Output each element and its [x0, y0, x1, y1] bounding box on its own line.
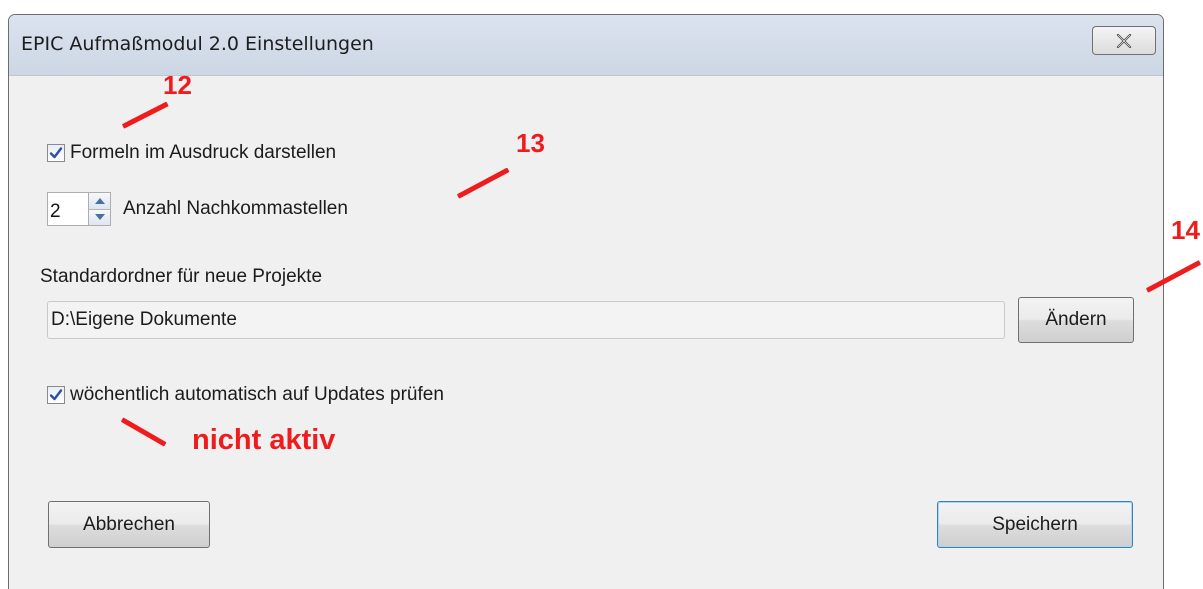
- dialog-content: Formeln im Ausdruck darstellen Anzahl: [9, 76, 1163, 589]
- show-formulas-checkbox[interactable]: [47, 144, 65, 162]
- weekly-updates-label[interactable]: wöchentlich automatisch auf Updates prüf…: [70, 384, 444, 406]
- title-bar[interactable]: EPIC Aufmaßmodul 2.0 Einstellungen: [9, 15, 1163, 76]
- screenshot-stage: EPIC Aufmaßmodul 2.0 Einstellungen Forme…: [0, 0, 1203, 589]
- decimal-places-label: Anzahl Nachkommastellen: [123, 198, 348, 219]
- checkmark-icon: [49, 389, 63, 401]
- annotation-marker-13: 13: [516, 128, 545, 158]
- weekly-updates-row: wöchentlich automatisch auf Updates prüf…: [47, 384, 444, 406]
- show-formulas-row: Formeln im Ausdruck darstellen: [47, 142, 336, 164]
- spinner-down-button[interactable]: [89, 209, 110, 225]
- decimal-places-input[interactable]: [47, 192, 89, 226]
- close-icon: [1116, 33, 1132, 48]
- decimal-places-spinner: [47, 192, 111, 226]
- decimal-places-row: Anzahl Nachkommastellen: [47, 192, 348, 226]
- spinner-buttons: [89, 192, 111, 226]
- close-button[interactable]: [1092, 26, 1156, 55]
- window-title: EPIC Aufmaßmodul 2.0 Einstellungen: [21, 33, 374, 55]
- checkmark-icon: [49, 147, 63, 159]
- annotation-note-inactive: nicht aktiv: [192, 424, 336, 456]
- annotation-marker-12: 12: [163, 70, 192, 100]
- annotation-marker-14: 14: [1171, 215, 1200, 245]
- show-formulas-label[interactable]: Formeln im Ausdruck darstellen: [70, 142, 336, 164]
- default-folder-path-field[interactable]: [47, 301, 1005, 339]
- spinner-up-button[interactable]: [89, 193, 110, 210]
- save-button[interactable]: Speichern: [937, 501, 1133, 548]
- arrow-up-icon: [94, 197, 105, 204]
- default-folder-label-row: Standardordner für neue Projekte: [40, 266, 322, 288]
- cancel-button[interactable]: Abbrechen: [48, 501, 210, 548]
- weekly-updates-checkbox[interactable]: [47, 386, 65, 404]
- default-folder-label: Standardordner für neue Projekte: [40, 266, 323, 287]
- change-folder-button[interactable]: Ändern: [1018, 297, 1134, 343]
- arrow-down-icon: [94, 214, 105, 221]
